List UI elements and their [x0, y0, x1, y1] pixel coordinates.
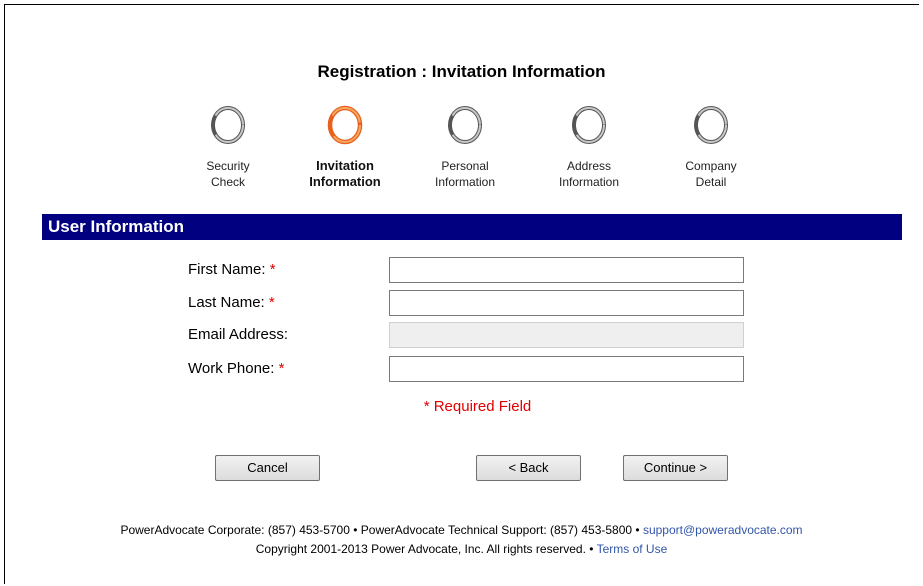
- section-header-user-information: User Information: [42, 214, 902, 240]
- ring-icon: [327, 105, 363, 145]
- ring-icon: [694, 106, 728, 144]
- last-name-row: Last Name: *: [0, 290, 923, 316]
- work-phone-input[interactable]: [389, 356, 744, 382]
- step-label: Invitation Information: [309, 158, 381, 189]
- footer-contact-text: PowerAdvocate Corporate: (857) 453-5700 …: [120, 523, 640, 537]
- ring-icon: [211, 106, 245, 144]
- step-company-detail: Company Detail: [656, 103, 766, 190]
- cancel-button[interactable]: Cancel: [215, 455, 320, 481]
- step-invitation-information: Invitation Information: [290, 103, 400, 190]
- step-label: Security Check: [206, 159, 250, 189]
- last-name-label: Last Name: *: [188, 294, 275, 311]
- last-name-input[interactable]: [389, 290, 744, 316]
- work-phone-label: Work Phone: *: [188, 360, 285, 377]
- footer-copyright-line: Copyright 2001-2013 Power Advocate, Inc.…: [0, 542, 923, 556]
- email-label: Email Address:: [188, 326, 289, 343]
- continue-button[interactable]: Continue >: [623, 455, 728, 481]
- ring-icon: [448, 106, 482, 144]
- first-name-input[interactable]: [389, 257, 744, 283]
- registration-steps: Security Check Invitation Information Pers…: [0, 103, 923, 203]
- email-row: Email Address:: [0, 322, 923, 348]
- step-label: Personal Information: [434, 159, 496, 189]
- first-name-label: First Name: *: [188, 261, 276, 278]
- step-label: Address Information: [558, 159, 620, 189]
- required-asterisk: *: [268, 294, 275, 311]
- required-asterisk: *: [278, 360, 285, 377]
- email-input: [389, 322, 744, 348]
- footer-copyright-text: Copyright 2001-2013 Power Advocate, Inc.…: [255, 542, 594, 556]
- ring-icon: [572, 106, 606, 144]
- required-asterisk: *: [269, 261, 276, 278]
- required-field-note: * Required Field: [423, 398, 532, 415]
- footer-contact-line: PowerAdvocate Corporate: (857) 453-5700 …: [0, 523, 923, 537]
- terms-of-use-link[interactable]: Terms of Use: [597, 542, 668, 556]
- step-security-check: Security Check: [173, 103, 283, 190]
- step-address-information: Address Information: [534, 103, 644, 190]
- support-email-link[interactable]: support@poweradvocate.com: [643, 523, 803, 537]
- page-title: Registration : Invitation Information: [317, 62, 606, 81]
- work-phone-row: Work Phone: *: [0, 356, 923, 382]
- step-label: Company Detail: [685, 159, 737, 189]
- step-personal-information: Personal Information: [410, 103, 520, 190]
- first-name-row: First Name: *: [0, 257, 923, 283]
- back-button[interactable]: < Back: [476, 455, 581, 481]
